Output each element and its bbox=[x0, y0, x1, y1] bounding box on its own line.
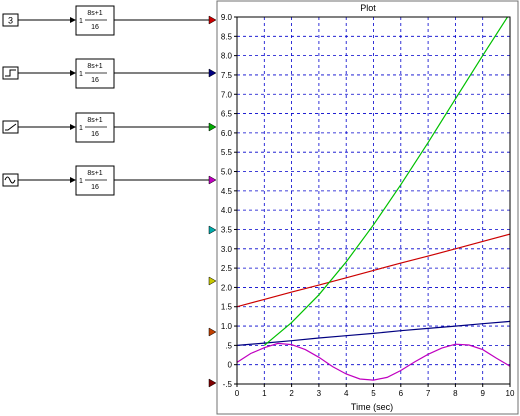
tf-denominator: 16 bbox=[91, 131, 99, 138]
x-tick-label: 2 bbox=[289, 389, 294, 398]
tf-gain: 1 bbox=[79, 125, 83, 132]
y-tick-label: 1.5 bbox=[221, 303, 233, 312]
y-tick-label: 1.0 bbox=[221, 322, 233, 331]
y-tick-label: 0 bbox=[228, 361, 233, 370]
source-block[interactable]: 3 bbox=[2, 13, 19, 27]
y-tick-label: 3.5 bbox=[221, 225, 233, 234]
constant-icon: 3 bbox=[8, 16, 13, 26]
y-tick-label: 7.0 bbox=[221, 90, 233, 99]
tf-numerator: 8s+1 bbox=[87, 63, 102, 70]
y-tick-label: 7.5 bbox=[221, 71, 233, 80]
x-tick-label: 1 bbox=[262, 389, 267, 398]
arrow-icon bbox=[70, 177, 76, 183]
y-tick-label: 2.5 bbox=[221, 264, 233, 273]
input-port-icon bbox=[208, 225, 217, 235]
input-port-icon bbox=[208, 276, 217, 286]
y-tick-label: 4.0 bbox=[221, 206, 233, 215]
y-tick-label: .5 bbox=[225, 341, 232, 350]
arrow-icon bbox=[70, 70, 76, 76]
y-tick-label: 5.5 bbox=[221, 148, 233, 157]
y-tick-label: 5.0 bbox=[221, 168, 233, 177]
transfer-function-block[interactable]: 1 8s+1 16 bbox=[75, 58, 115, 89]
tf-gain: 1 bbox=[79, 71, 83, 78]
x-tick-label: 9 bbox=[480, 389, 485, 398]
y-tick-label: -.5 bbox=[223, 380, 233, 389]
transfer-function-block[interactable]: 1 8s+1 16 bbox=[75, 5, 115, 36]
x-tick-label: 4 bbox=[344, 389, 349, 398]
input-port-icon bbox=[208, 378, 217, 388]
y-tick-label: 2.0 bbox=[221, 283, 233, 292]
tf-numerator: 8s+1 bbox=[87, 117, 102, 124]
y-tick-label: 4.5 bbox=[221, 187, 233, 196]
block-diagram: 3 1 8s+1 16 1 8s+1 16 1 8s+1 16 1 8s+1 16 bbox=[2, 5, 209, 196]
transfer-function-block[interactable]: 1 8s+1 16 bbox=[75, 165, 115, 196]
plot-window[interactable] bbox=[216, 0, 519, 415]
tf-numerator: 8s+1 bbox=[87, 170, 102, 177]
input-port-icon bbox=[208, 68, 217, 78]
tf-denominator: 16 bbox=[91, 77, 99, 84]
block-row: 1 8s+1 16 bbox=[2, 112, 209, 143]
input-port-icon bbox=[208, 175, 217, 185]
x-tick-label: 8 bbox=[453, 389, 458, 398]
block-row: 3 1 8s+1 16 bbox=[2, 5, 209, 36]
tf-denominator: 16 bbox=[91, 24, 99, 31]
x-tick-label: 5 bbox=[371, 389, 376, 398]
y-tick-label: 6.5 bbox=[221, 110, 233, 119]
plot-title: Plot bbox=[360, 3, 376, 13]
y-tick-label: 9.0 bbox=[221, 13, 233, 22]
x-axis-label: Time (sec) bbox=[351, 402, 393, 412]
source-block[interactable] bbox=[2, 120, 19, 134]
arrow-icon bbox=[70, 124, 76, 130]
source-block[interactable] bbox=[2, 66, 19, 80]
source-label: 3 bbox=[8, 16, 13, 26]
y-tick-label: 8.0 bbox=[221, 52, 233, 61]
arrow-icon bbox=[70, 17, 76, 23]
y-tick-label: 3.0 bbox=[221, 245, 233, 254]
block-row: 1 8s+1 16 bbox=[2, 58, 209, 89]
y-tick-label: 6.0 bbox=[221, 129, 233, 138]
source-block[interactable] bbox=[2, 173, 19, 187]
input-port-icon bbox=[208, 15, 217, 25]
input-port-icon bbox=[208, 122, 217, 132]
x-tick-label: 3 bbox=[317, 389, 322, 398]
tf-denominator: 16 bbox=[91, 184, 99, 191]
x-tick-label: 10 bbox=[506, 389, 515, 398]
x-tick-label: 7 bbox=[426, 389, 431, 398]
tf-gain: 1 bbox=[79, 18, 83, 25]
block-row: 1 8s+1 16 bbox=[2, 165, 209, 196]
scope-input-ports bbox=[208, 15, 217, 388]
transfer-function-block[interactable]: 1 8s+1 16 bbox=[75, 112, 115, 143]
y-tick-label: 8.5 bbox=[221, 32, 233, 41]
x-tick-label: 6 bbox=[399, 389, 404, 398]
input-port-icon bbox=[208, 327, 217, 337]
simulation-canvas: 3 18s+11618s+11618s+11618s+116 Plot -.50.… bbox=[2, 0, 519, 415]
tf-numerator: 8s+1 bbox=[87, 10, 102, 17]
tf-gain: 1 bbox=[79, 178, 83, 185]
x-tick-label: 0 bbox=[235, 389, 240, 398]
